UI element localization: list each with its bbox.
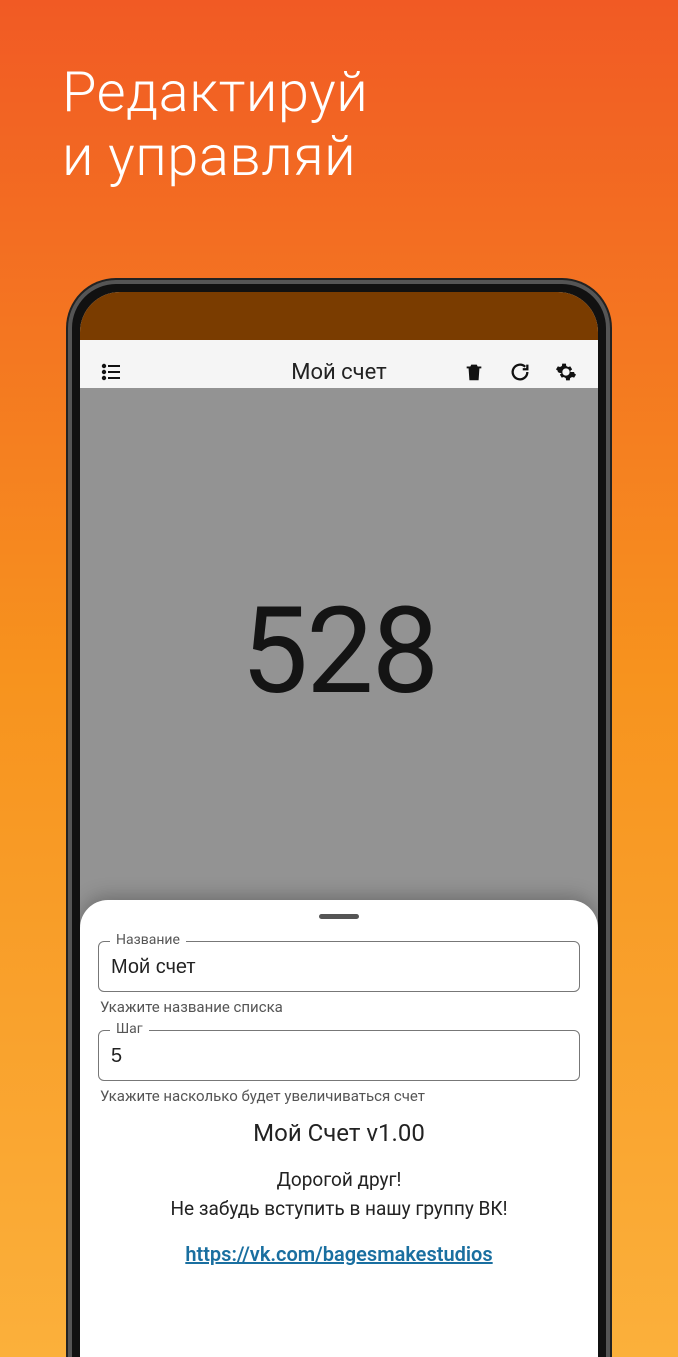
toolbar-title: Мой счет	[291, 360, 387, 385]
settings-icon[interactable]	[546, 352, 586, 392]
sheet-drag-handle[interactable]	[319, 914, 359, 919]
counter-value: 528	[241, 582, 437, 722]
phone-screen: Мой счет	[80, 292, 598, 1357]
promo-headline: Редактируйи управляй	[62, 60, 368, 189]
name-hint: Укажите название списка	[100, 998, 578, 1016]
menu-icon[interactable]	[92, 352, 132, 392]
greeting-text: Дорогой друг!	[98, 1165, 580, 1194]
app-content: Мой счет	[80, 340, 598, 1357]
bottom-sheet: Название Укажите название списка Шаг Ука…	[80, 900, 598, 1357]
step-field-wrap: Шаг	[98, 1030, 580, 1081]
step-field-label: Шаг	[110, 1021, 149, 1037]
step-input[interactable]	[98, 1030, 580, 1081]
counter-display[interactable]: 528	[80, 404, 598, 900]
name-field-wrap: Название	[98, 941, 580, 992]
reminder-text: Не забудь вступить в нашу группу ВК!	[98, 1194, 580, 1223]
name-input[interactable]	[98, 941, 580, 992]
status-bar	[80, 292, 598, 340]
app-toolbar: Мой счет	[80, 340, 598, 404]
name-field-label: Название	[110, 932, 186, 948]
vk-link[interactable]: https://vk.com/bagesmakestudios	[98, 1242, 580, 1266]
refresh-icon[interactable]	[500, 352, 540, 392]
phone-frame: Мой счет	[68, 280, 610, 1357]
promo-background: Редактируйи управляй Мой счет	[0, 0, 678, 1357]
step-hint: Укажите насколько будет увеличиваться сч…	[100, 1087, 578, 1105]
trash-icon[interactable]	[454, 352, 494, 392]
app-version-label: Мой Счет v1.00	[98, 1119, 580, 1147]
